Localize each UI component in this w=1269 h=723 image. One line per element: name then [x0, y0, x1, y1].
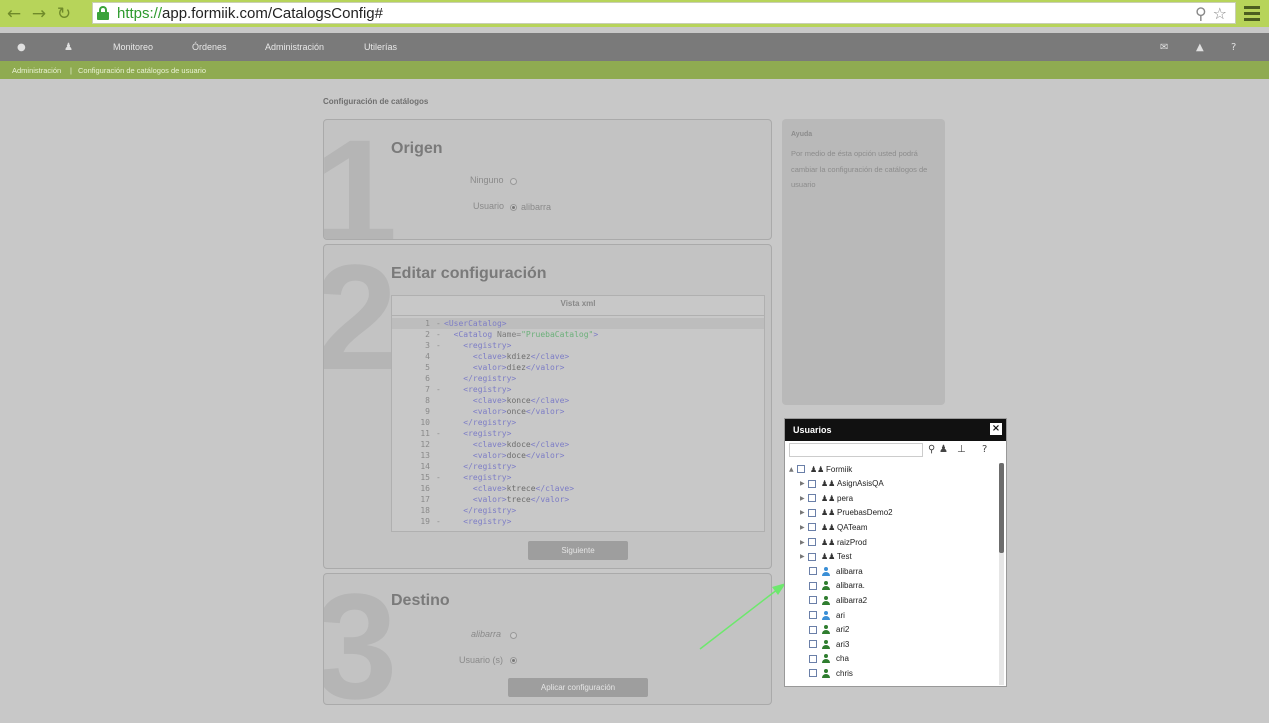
tree-group[interactable]: ▶ ♟♟ Test	[800, 550, 852, 564]
expand-arrow-icon[interactable]: ▶	[800, 553, 808, 560]
group-icon: ♟♟	[821, 552, 836, 562]
tree-user[interactable]: alibarra2	[809, 593, 867, 607]
search-icon[interactable]: ⚲	[928, 444, 935, 455]
group-icon: ♟♟	[821, 493, 836, 503]
user-checkbox[interactable]	[809, 581, 817, 590]
user-icon	[822, 625, 831, 635]
users-dialog-header: Usuarios ×	[785, 419, 1006, 441]
tree-group[interactable]: ▶ ♟♟ raizProd	[800, 535, 867, 549]
user-label: alibarra.	[836, 581, 865, 591]
user-label: chris	[836, 668, 853, 678]
group-icon: ♟♟	[821, 537, 836, 547]
group-label: raizProd	[837, 537, 867, 547]
group-label: pera	[837, 493, 854, 503]
group-checkbox[interactable]	[808, 508, 816, 517]
users-scrollbar[interactable]	[999, 463, 1004, 685]
user-label: alibarra	[836, 566, 863, 576]
user-icon	[822, 639, 831, 649]
user-filter-icon[interactable]: ♟	[939, 444, 948, 455]
close-icon[interactable]: ×	[990, 423, 1002, 435]
user-label: ari2	[836, 625, 850, 635]
group-icon: ♟♟	[821, 479, 836, 489]
expand-arrow-icon[interactable]: ▶	[800, 495, 808, 502]
user-icon	[822, 610, 831, 620]
root-checkbox[interactable]	[797, 465, 805, 473]
users-dialog: Usuarios × ⚲ ♟ ⊥ ? ▲ ♟♟ Formiik ▶ ♟♟ Asign…	[784, 418, 1007, 687]
tree-user[interactable]: chris	[809, 666, 853, 680]
root-label: Formiik	[826, 464, 853, 474]
group-checkbox[interactable]	[808, 523, 816, 532]
tree-group[interactable]: ▶ ♟♟ pera	[800, 491, 853, 505]
user-checkbox[interactable]	[809, 611, 817, 619]
group-icon: ♟♟	[821, 522, 836, 532]
group-icon: ♟♟	[810, 464, 825, 474]
tree-group[interactable]: ▶ ♟♟ PruebasDemo2	[800, 506, 893, 520]
user-checkbox[interactable]	[809, 567, 817, 576]
group-label: Test	[837, 552, 852, 562]
group-checkbox[interactable]	[808, 479, 816, 488]
user-icon	[822, 595, 831, 605]
collapse-arrow-icon[interactable]: ▲	[789, 466, 797, 473]
user-icon	[822, 654, 831, 664]
users-dialog-title: Usuarios	[793, 425, 832, 435]
group-label: QATeam	[837, 522, 868, 532]
user-icon	[822, 581, 831, 591]
group-checkbox[interactable]	[808, 552, 816, 561]
tree-group[interactable]: ▶ ♟♟ AsignAsisQA	[800, 477, 884, 491]
user-label: alibarra2	[836, 595, 868, 605]
annotation-arrow	[699, 583, 786, 650]
expand-arrow-icon[interactable]: ▶	[800, 480, 808, 487]
expand-arrow-icon[interactable]: ▶	[800, 539, 808, 546]
group-label: PruebasDemo2	[837, 508, 893, 518]
tree-group[interactable]: ▶ ♟♟ QATeam	[800, 520, 868, 534]
tree-root[interactable]: ▲ ♟♟ Formiik	[789, 462, 852, 476]
user-label: cha	[836, 654, 849, 664]
user-checkbox[interactable]	[809, 596, 817, 605]
group-label: AsignAsisQA	[837, 479, 884, 489]
user-checkbox[interactable]	[809, 669, 817, 678]
user-label: ari	[836, 610, 845, 620]
user-checkbox[interactable]	[809, 654, 817, 663]
tree-user[interactable]: ari2	[809, 623, 849, 637]
user-label: ari3	[836, 639, 850, 649]
tree-user[interactable]: alibarra.	[809, 579, 865, 593]
user-icon	[822, 566, 831, 576]
group-checkbox[interactable]	[808, 538, 816, 546]
expand-arrow-icon[interactable]: ▶	[800, 509, 808, 516]
users-tree[interactable]: ▲ ♟♟ Formiik ▶ ♟♟ AsignAsisQA ▶ ♟♟ pera ▶ ♟♟ Pru…	[785, 462, 997, 687]
tree-user[interactable]: alibarra	[809, 564, 863, 578]
group-checkbox[interactable]	[808, 494, 816, 503]
tree-user[interactable]: ari3	[809, 637, 849, 651]
tree-user[interactable]: ari	[809, 608, 845, 622]
group-icon: ♟♟	[821, 508, 836, 518]
user-checkbox[interactable]	[809, 625, 817, 634]
user-icon	[822, 668, 831, 678]
tree-user[interactable]: cha	[809, 652, 849, 666]
clear-filter-icon[interactable]: ⊥	[957, 444, 966, 455]
users-search-input[interactable]	[789, 443, 923, 457]
help-icon[interactable]: ?	[982, 444, 987, 455]
expand-arrow-icon[interactable]: ▶	[800, 524, 808, 531]
user-checkbox[interactable]	[809, 640, 817, 649]
